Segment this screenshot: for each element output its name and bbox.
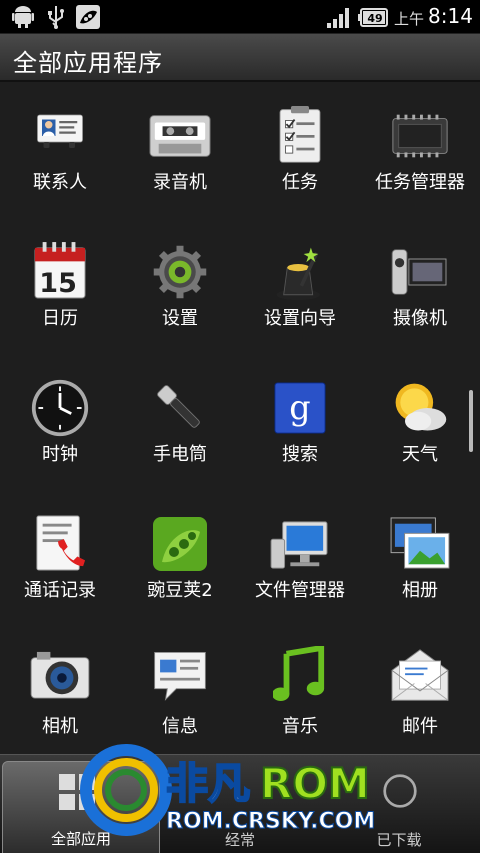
app-label: 摄像机 — [393, 308, 447, 329]
app-album[interactable]: 相册 — [360, 490, 480, 624]
app-label: 信息 — [162, 716, 198, 737]
app-tasks[interactable]: 任务 — [240, 82, 360, 216]
pea-notification-icon — [76, 5, 100, 29]
status-bar: 49 上午 8:14 — [0, 0, 480, 34]
app-contacts[interactable]: 联系人 — [0, 82, 120, 216]
app-recorder[interactable]: 录音机 — [120, 82, 240, 216]
app-label: 联系人 — [33, 172, 87, 193]
app-label: 任务管理器 — [375, 172, 465, 193]
usb-icon — [48, 6, 64, 29]
app-task-manager[interactable]: 任务管理器 — [360, 82, 480, 216]
scrollbar[interactable] — [469, 390, 473, 452]
app-setup-wizard[interactable]: 设置向导 — [240, 218, 360, 352]
app-label: 录音机 — [153, 172, 207, 193]
music-note-icon — [273, 646, 325, 702]
app-label: 搜索 — [282, 444, 318, 465]
ampm-label: 上午 — [394, 10, 425, 28]
app-wandoujia[interactable]: 豌豆荚2 — [120, 490, 240, 624]
app-label: 通话记录 — [24, 580, 96, 601]
contacts-icon — [37, 114, 83, 148]
clock-icon — [31, 379, 89, 437]
clock-time: 8:14 — [428, 4, 473, 28]
crsky-rom-logo: 非凡 ROM ROM.CRSKY.COM — [80, 744, 376, 836]
app-label: 音乐 — [282, 716, 318, 737]
app-flashlight[interactable]: 手电筒 — [120, 354, 240, 488]
app-call-log[interactable]: 通话记录 — [0, 490, 120, 624]
app-music[interactable]: 音乐 — [240, 626, 360, 760]
camera-icon — [30, 651, 90, 699]
calendar-day: 15 — [39, 268, 77, 299]
page-title: 全部应用程序 — [13, 49, 163, 77]
cassette-icon — [149, 115, 211, 157]
logo-rom: ROM — [260, 759, 370, 808]
app-label: 文件管理器 — [255, 580, 345, 601]
app-calendar[interactable]: 15 日历 — [0, 218, 120, 352]
app-label: 设置 — [162, 308, 198, 329]
magic-hat-icon — [276, 247, 320, 301]
app-label: 豌豆荚2 — [147, 580, 213, 601]
app-label: 相册 — [402, 580, 438, 601]
app-label: 时钟 — [42, 444, 78, 465]
app-clock[interactable]: 时钟 — [0, 354, 120, 488]
app-label: 邮件 — [402, 716, 438, 737]
app-camera[interactable]: 相机 — [0, 626, 120, 760]
mail-icon — [391, 649, 449, 701]
app-messages[interactable]: 信息 — [120, 626, 240, 760]
message-icon — [154, 651, 206, 701]
app-camcorder[interactable]: 摄像机 — [360, 218, 480, 352]
logo-brand: 非凡 — [166, 759, 250, 808]
logo-site: ROM.CRSKY.COM — [166, 809, 375, 834]
battery-level: 49 — [367, 12, 382, 25]
app-label: 设置向导 — [264, 308, 336, 329]
app-label: 日历 — [42, 308, 78, 329]
app-file-manager[interactable]: 文件管理器 — [240, 490, 360, 624]
calendar-icon: 15 — [34, 242, 86, 299]
app-search[interactable]: g 搜索 — [240, 354, 360, 488]
google-search-icon: g — [274, 382, 326, 434]
flashlight-icon — [157, 385, 200, 428]
camcorder-icon — [391, 249, 447, 295]
signal-icon — [327, 8, 349, 28]
weather-icon — [395, 383, 447, 431]
photo-album-icon — [390, 517, 450, 569]
checklist-icon — [279, 106, 321, 163]
app-settings[interactable]: 设置 — [120, 218, 240, 352]
pea-pod-icon — [153, 517, 207, 571]
computer-icon — [270, 521, 328, 569]
gear-icon — [153, 245, 207, 299]
app-label: 任务 — [282, 172, 318, 193]
app-mail[interactable]: 邮件 — [360, 626, 480, 760]
app-label: 相机 — [42, 716, 78, 737]
app-label: 手电筒 — [153, 444, 207, 465]
title-bar: 全部应用程序 — [0, 34, 480, 82]
android-icon — [12, 6, 34, 28]
app-label: 天气 — [402, 444, 438, 465]
chip-icon — [392, 114, 448, 158]
app-weather[interactable]: 天气 — [360, 354, 480, 488]
app-grid: 联系人 录音机 任务 任务管理器 15 日历 设置 设置向导 摄像机 时钟 手电… — [0, 82, 480, 754]
battery-icon: 49 — [358, 8, 388, 27]
search-glyph: g — [289, 388, 310, 427]
call-log-icon — [36, 515, 86, 571]
